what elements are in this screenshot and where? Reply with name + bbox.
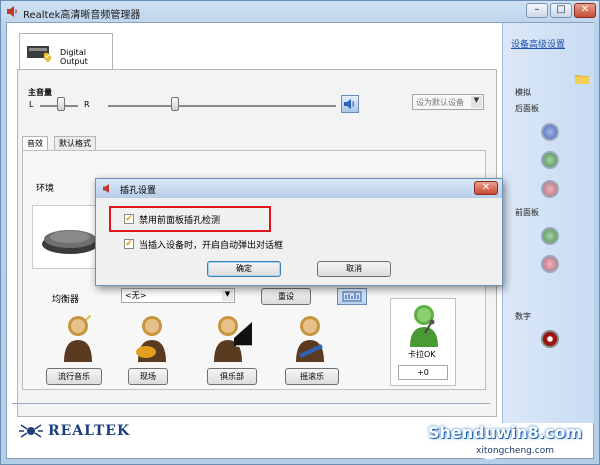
watermark-sub-text: xitongcheng.com [476,446,554,456]
equalizer-select[interactable]: <无> ▼ [121,288,235,303]
speaker-icon [7,6,17,17]
equalizer-label: 均衡器 [52,295,80,305]
preset-pop-button[interactable]: 流行音乐 [46,368,102,385]
dialog-close-button[interactable]: ✕ [474,181,498,195]
preset-live-button[interactable]: 现场 [128,368,168,385]
pop-music-figure-icon[interactable] [56,312,100,364]
cancel-button[interactable]: 取消 [317,261,391,277]
balance-right-label: R [84,100,90,109]
disable-front-jack-label: 禁用前面板插孔检测 [139,216,221,226]
title-bar: Realtek高清晰音频管理器 – □ ✕ [1,1,600,23]
karaoke-value: +0 [417,368,429,377]
rear-panel-label: 后面板 [515,104,539,113]
live-figure-icon[interactable] [130,312,174,364]
front-panel-label: 前面板 [515,208,539,217]
bottom-divider [12,403,490,404]
auto-popup-label: 当插入设备时，开启自动弹出对话框 [139,241,284,251]
volume-icon [344,99,355,109]
realtek-crab-logo-icon [19,424,43,438]
speaker-device-icon [27,46,52,62]
master-volume-title: 主音量 [28,88,52,97]
restore-button[interactable]: □ [550,3,572,18]
front-jack-green[interactable] [541,227,559,245]
window-title: Realtek高清晰音频管理器 [23,10,141,21]
equalizer-value: <无> [125,291,147,300]
minimize-button[interactable]: – [526,3,548,18]
equalizer-icon [342,291,362,302]
tab-default-format[interactable]: 默认格式 [54,136,96,151]
set-default-device-dropdown[interactable]: 设为默认设备 ▼ [412,94,484,110]
volume-slider[interactable] [171,97,179,111]
right-panel: 设备高级设置 模拟 后面板 前面板 数字 [502,23,594,423]
advanced-settings-link[interactable]: 设备高级设置 [511,37,565,50]
balance-slider[interactable] [57,97,65,111]
rear-jack-pink[interactable] [541,180,559,198]
reset-button[interactable]: 重设 [261,288,311,305]
speaker-icon [103,184,109,193]
graphic-eq-button[interactable] [337,288,367,305]
set-default-device-label: 设为默认设备 [416,98,464,107]
front-jack-pink[interactable] [541,255,559,273]
chevron-down-icon: ▼ [222,290,233,301]
digital-label: 数字 [515,312,531,321]
jack-settings-dialog: 插孔设置 ✕ [95,178,503,286]
ok-button[interactable]: 确定 [207,261,281,277]
device-tab-label: Digital Output [60,48,88,66]
club-figure-icon[interactable] [210,312,254,364]
rear-jack-green[interactable] [541,151,559,169]
close-button[interactable]: ✕ [574,3,596,18]
karaoke-value-field[interactable]: +0 [398,365,448,380]
balance-left-label: L [29,100,34,109]
dialog-title: 插孔设置 [120,186,157,196]
mute-button[interactable] [341,95,359,113]
analog-label: 模拟 [515,88,531,97]
tab-digital-output[interactable]: Digital Output [19,33,113,71]
rock-figure-icon[interactable] [288,312,332,364]
tab-effects[interactable]: 音效 [22,136,48,151]
dialog-title-bar: 插孔设置 ✕ [96,179,502,198]
environment-label: 环境 [36,184,55,194]
digital-jack[interactable] [541,330,559,348]
folder-icon[interactable] [575,73,589,84]
chevron-down-icon: ▼ [471,96,482,108]
preset-rock-button[interactable]: 摇滚乐 [285,368,339,385]
rear-jack-blue[interactable] [541,123,559,141]
auto-popup-checkbox[interactable]: ✔ [124,239,134,249]
volume-track [108,105,336,107]
karaoke-person-icon[interactable] [405,303,443,347]
disable-front-jack-checkbox[interactable]: ✔ [124,214,134,224]
preset-club-button[interactable]: 俱乐部 [207,368,257,385]
realtek-brand-text: REALTEK [48,423,131,439]
karaoke-label: 卡拉OK [408,350,436,359]
watermark-main-text: Shenduwin8.com [428,423,583,442]
